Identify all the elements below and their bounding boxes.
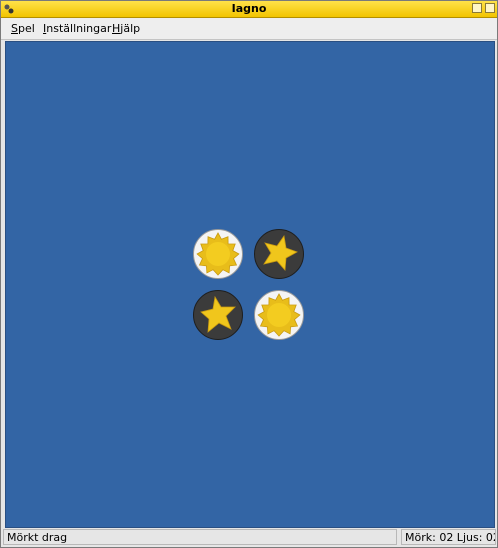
- menu-hjalp[interactable]: Hjälp: [112, 22, 140, 35]
- game-board[interactable]: [5, 41, 495, 528]
- minimize-button[interactable]: [472, 3, 482, 13]
- sun-icon: [257, 293, 301, 337]
- maximize-button[interactable]: [485, 3, 495, 13]
- star-icon: [263, 234, 298, 271]
- board-cell-light[interactable]: [193, 229, 243, 279]
- board-cell-dark[interactable]: [254, 229, 304, 279]
- status-message: Mörkt drag: [3, 529, 397, 545]
- iagno-window: Iagno Spel Inställningar Hjälp Mörkt dra…: [0, 0, 498, 548]
- title-bar[interactable]: Iagno: [1, 1, 497, 18]
- menu-spel[interactable]: Spel: [11, 22, 35, 35]
- menu-installningar[interactable]: Inställningar: [43, 22, 111, 35]
- status-bar: Mörkt drag Mörk: 02 Ljus: 02: [1, 529, 497, 547]
- score-display: Mörk: 02 Ljus: 02: [401, 529, 496, 545]
- board-cell-dark[interactable]: [193, 290, 243, 340]
- menu-bar: Spel Inställningar Hjälp: [1, 18, 497, 40]
- board-cell-light[interactable]: [254, 290, 304, 340]
- star-icon: [200, 295, 236, 333]
- sun-icon: [196, 232, 240, 276]
- window-title: Iagno: [231, 2, 267, 15]
